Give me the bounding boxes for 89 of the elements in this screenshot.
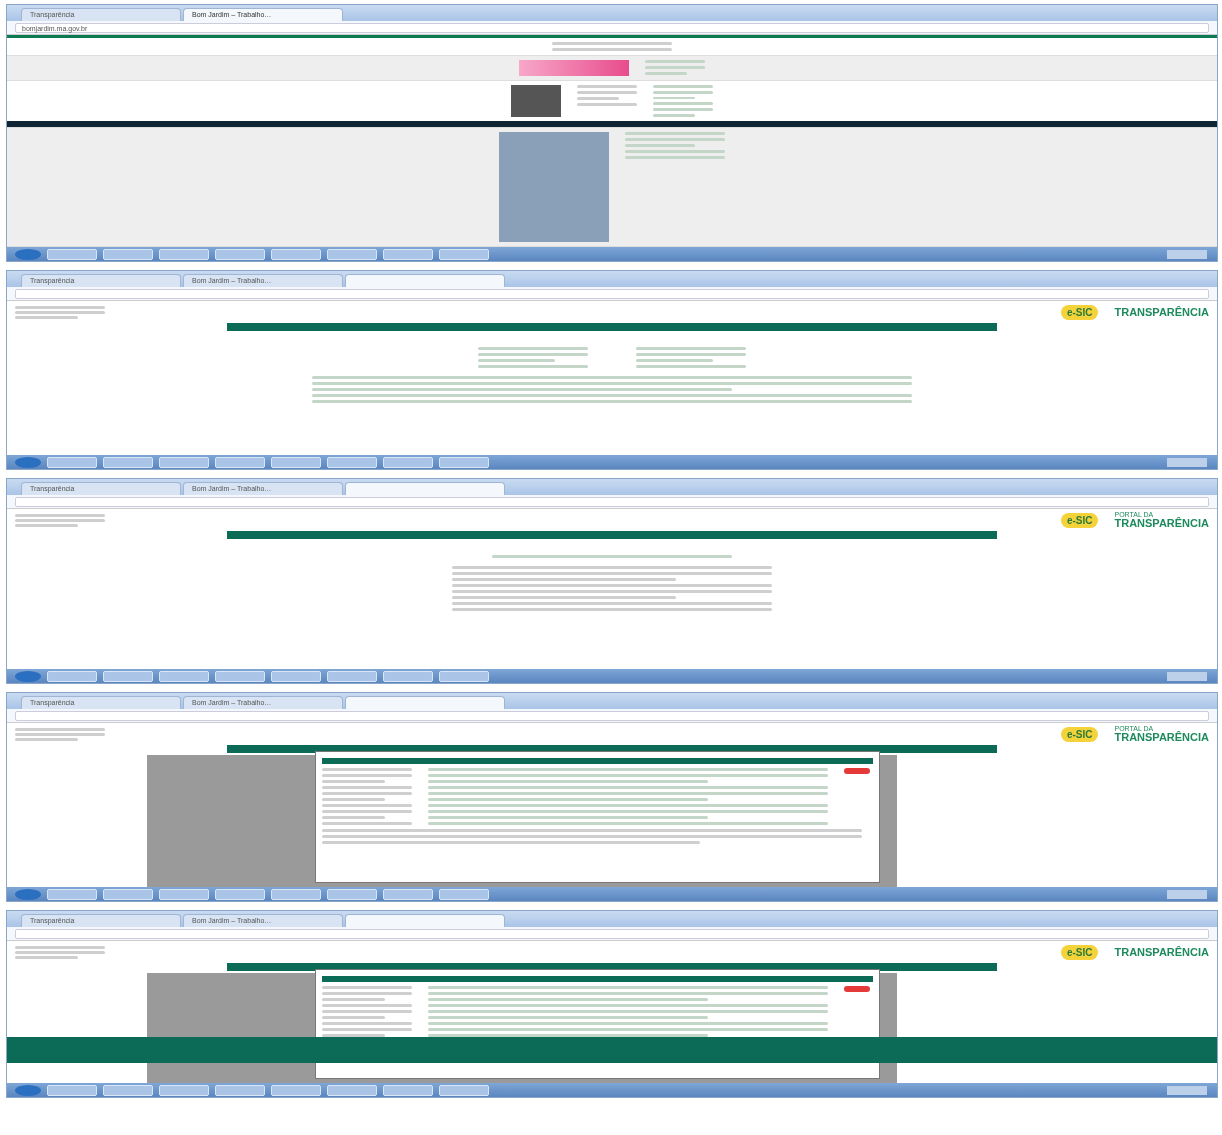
portal-title-main: TRANSPARÊNCIA (1114, 946, 1209, 958)
taskbar-app-button[interactable] (103, 1084, 153, 1096)
illegible-text-line (322, 780, 385, 783)
illegible-text-line (653, 102, 713, 106)
portal-title-main: TRANSPARÊNCIA (1114, 732, 1209, 743)
taskbar-app-button[interactable] (439, 888, 489, 900)
taskbar-app-button[interactable] (271, 670, 321, 682)
illegible-text-line (645, 72, 687, 75)
esic-logo[interactable]: e-SIC (1060, 304, 1099, 320)
clock-area (1167, 249, 1207, 259)
taskbar-app-button[interactable] (327, 248, 377, 260)
taskbar-app-button[interactable] (215, 456, 265, 468)
illegible-text-line (577, 85, 637, 88)
taskbar-app-button[interactable] (383, 670, 433, 682)
esic-logo[interactable]: e-SIC (1060, 726, 1099, 742)
start-button[interactable] (15, 670, 41, 682)
illegible-text-line (653, 96, 695, 100)
illegible-text-line (322, 998, 385, 1001)
taskbar-app-button[interactable] (383, 248, 433, 260)
taskbar-app-button[interactable] (327, 456, 377, 468)
illegible-text-line (645, 66, 705, 69)
taskbar-app-button[interactable] (47, 248, 97, 260)
taskbar-app-button[interactable] (215, 248, 265, 260)
illegible-text-line (625, 144, 695, 147)
clock-area (1167, 889, 1207, 899)
address-bar[interactable] (15, 288, 1209, 299)
illegible-text-line (645, 60, 705, 63)
pdf-button[interactable] (844, 768, 870, 774)
portal-title-main: TRANSPARÊNCIA (1114, 518, 1209, 529)
illegible-text-line (577, 97, 619, 100)
address-bar[interactable] (15, 496, 1209, 507)
taskbar-app-button[interactable] (383, 456, 433, 468)
pdf-button[interactable] (844, 986, 870, 992)
address-bar[interactable] (15, 710, 1209, 721)
taskbar-app-button[interactable] (383, 1084, 433, 1096)
esic-logo[interactable]: e-SIC (1060, 512, 1099, 528)
taskbar-app-button[interactable] (159, 888, 209, 900)
start-button[interactable] (15, 1084, 41, 1096)
taskbar-app-button[interactable] (439, 670, 489, 682)
illegible-text-line (577, 103, 637, 106)
taskbar-app-button[interactable] (159, 248, 209, 260)
illegible-text-line (322, 1016, 385, 1019)
clock-area (1167, 671, 1207, 681)
taskbar-app-button[interactable] (159, 670, 209, 682)
taskbar-app-button[interactable] (47, 888, 97, 900)
taskbar-app-button[interactable] (103, 888, 153, 900)
illegible-text-line (577, 91, 637, 94)
illegible-text-line (653, 85, 713, 88)
taskbar-app-button[interactable] (215, 888, 265, 900)
taskbar-app-button[interactable] (327, 670, 377, 682)
taskbar-app-button[interactable] (159, 456, 209, 468)
photo-placeholder (511, 85, 561, 117)
address-bar[interactable] (15, 928, 1209, 939)
illegible-text-line (653, 114, 695, 117)
illegible-text-line (322, 816, 385, 819)
taskbar-app-button[interactable] (271, 456, 321, 468)
taskbar-app-button[interactable] (47, 1084, 97, 1096)
taskbar-app-button[interactable] (47, 456, 97, 468)
illegible-text-line (322, 798, 385, 801)
taskbar-app-button[interactable] (271, 888, 321, 900)
taskbar-app-button[interactable] (327, 1084, 377, 1096)
taskbar-app-button[interactable] (327, 888, 377, 900)
start-button[interactable] (15, 456, 41, 468)
taskbar-app-button[interactable] (159, 1084, 209, 1096)
clock-area (1167, 457, 1207, 467)
taskbar-app-button[interactable] (215, 670, 265, 682)
start-button[interactable] (15, 248, 41, 260)
illegible-text-line (653, 90, 713, 94)
taskbar-app-button[interactable] (103, 248, 153, 260)
illegible-text-line (653, 108, 713, 112)
clock-area (1167, 1085, 1207, 1095)
taskbar-app-button[interactable] (47, 670, 97, 682)
taskbar-app-button[interactable] (215, 1084, 265, 1096)
taskbar-app-button[interactable] (383, 888, 433, 900)
taskbar-app-button[interactable] (103, 670, 153, 682)
browser-tab[interactable] (345, 696, 505, 709)
taskbar-app-button[interactable] (439, 456, 489, 468)
esic-logo[interactable]: e-SIC (1060, 944, 1099, 960)
taskbar-app-button[interactable] (271, 1084, 321, 1096)
start-button[interactable] (15, 888, 41, 900)
browser-tab[interactable] (345, 274, 505, 287)
browser-tab[interactable] (345, 914, 505, 927)
portal-title-main: TRANSPARÊNCIA (1114, 306, 1209, 318)
taskbar-app-button[interactable] (271, 248, 321, 260)
taskbar-app-button[interactable] (439, 248, 489, 260)
taskbar-app-button[interactable] (439, 1084, 489, 1096)
taskbar-app-button[interactable] (103, 456, 153, 468)
browser-tab[interactable] (345, 482, 505, 495)
illegible-text-line (322, 1034, 385, 1037)
